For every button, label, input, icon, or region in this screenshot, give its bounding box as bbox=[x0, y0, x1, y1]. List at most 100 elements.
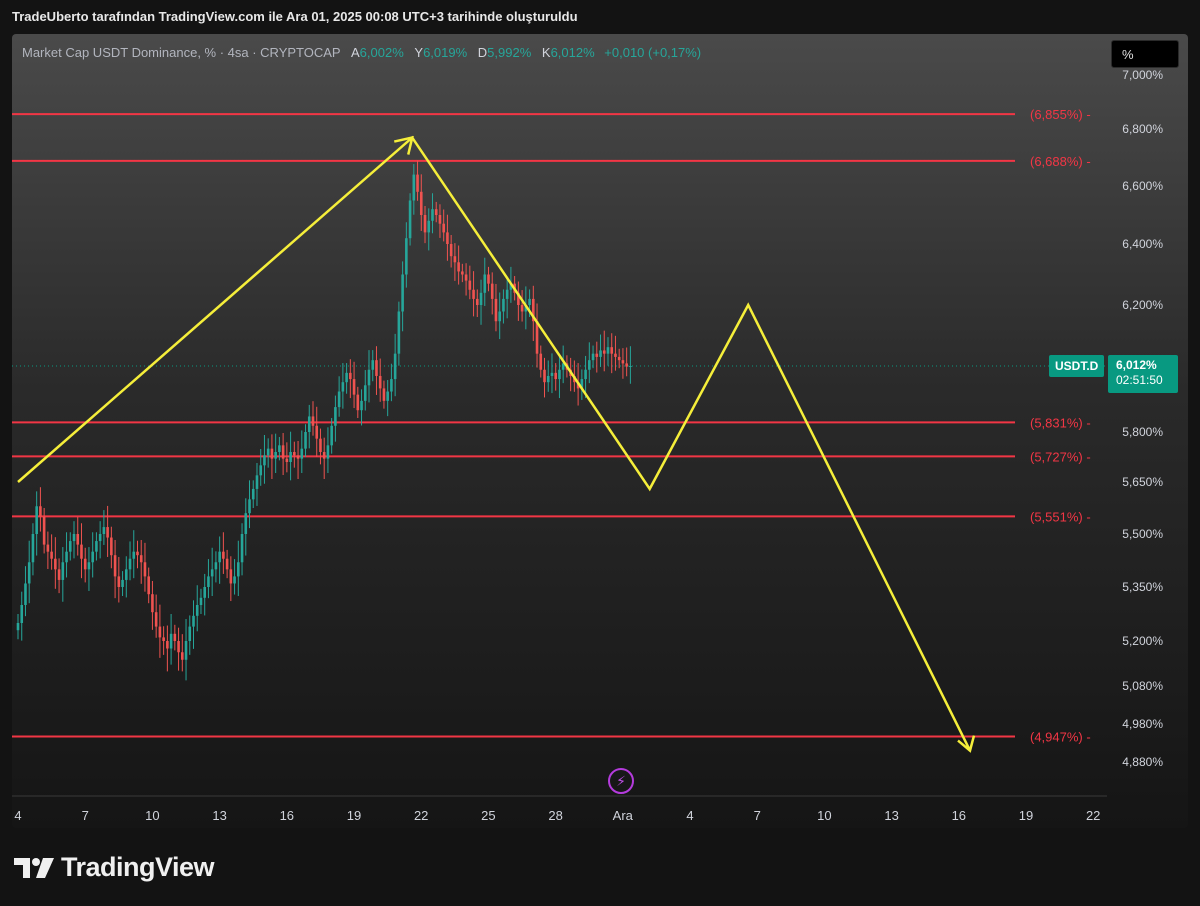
candle-body bbox=[625, 363, 628, 367]
candle-body bbox=[599, 350, 602, 357]
candle-body bbox=[50, 551, 53, 559]
x-tick-label: 13 bbox=[884, 808, 898, 823]
candle-body bbox=[438, 215, 442, 224]
candle-body bbox=[188, 626, 192, 641]
x-tick-label: 10 bbox=[817, 808, 831, 823]
candle-body bbox=[505, 289, 509, 299]
candle-body bbox=[35, 506, 38, 534]
y-tick-label: 5,500% bbox=[1122, 527, 1163, 541]
candle-body bbox=[543, 369, 546, 383]
y-tick-label: 4,880% bbox=[1122, 755, 1163, 769]
y-tick-label: 6,200% bbox=[1122, 298, 1163, 312]
legend-close-label: K bbox=[541, 45, 551, 60]
lightning-icon[interactable]: ⚡ bbox=[608, 768, 634, 794]
candle-body bbox=[319, 438, 322, 452]
legend-low-value: 5,992% bbox=[487, 45, 532, 60]
candle-body bbox=[535, 321, 539, 354]
candle-body bbox=[397, 311, 401, 354]
tradingview-mark-icon bbox=[14, 857, 54, 878]
x-tick-label: 22 bbox=[1086, 808, 1100, 823]
candle-body bbox=[237, 562, 240, 577]
candle-body bbox=[334, 407, 337, 426]
candle-body bbox=[68, 541, 72, 552]
candle-body bbox=[124, 569, 128, 580]
x-tick-label: 19 bbox=[1019, 808, 1033, 823]
price-chart[interactable]: 4 7 10 13 16 19 22 25 28 Ara 4 7 10 13 16 19 22 7,000% 6,8… bbox=[12, 34, 1188, 828]
candle-body bbox=[584, 369, 587, 380]
candle-body bbox=[259, 465, 263, 476]
candle-body bbox=[375, 360, 378, 376]
candle-body bbox=[281, 445, 285, 459]
candle-body bbox=[595, 353, 599, 357]
candle-body bbox=[483, 274, 487, 293]
candle-body bbox=[502, 298, 505, 312]
candle-body bbox=[405, 238, 408, 275]
y-tick-label: 6,800% bbox=[1122, 122, 1163, 136]
candle-body bbox=[315, 425, 319, 439]
y-tick-label: 4,980% bbox=[1122, 717, 1163, 731]
unit-selector-button[interactable]: % bbox=[1111, 40, 1179, 68]
y-tick-label: 5,080% bbox=[1122, 679, 1163, 693]
candle-body bbox=[57, 569, 61, 580]
candle-body bbox=[345, 372, 348, 383]
candle-body bbox=[80, 544, 83, 559]
candle-body bbox=[416, 174, 419, 192]
candle-body bbox=[31, 534, 35, 563]
level-label: (5,727%) - bbox=[1030, 449, 1091, 464]
candle-body bbox=[225, 558, 229, 570]
y-tick-label: 5,200% bbox=[1122, 634, 1163, 648]
chart-area[interactable]: 4 7 10 13 16 19 22 25 28 Ara 4 7 10 13 16 19 22 7,000% 6,8… bbox=[12, 34, 1188, 828]
candle-body bbox=[147, 576, 150, 595]
candle-body bbox=[378, 375, 382, 389]
candle-body bbox=[173, 633, 177, 641]
candle-body bbox=[244, 513, 248, 534]
candle-body bbox=[128, 558, 132, 570]
x-tick-label: 13 bbox=[212, 808, 226, 823]
candle-body bbox=[382, 388, 386, 401]
candle-body bbox=[251, 488, 255, 500]
candle-body bbox=[207, 576, 210, 587]
candle-body bbox=[289, 452, 292, 462]
candle-body bbox=[214, 562, 218, 570]
level-label: (6,688%) - bbox=[1030, 154, 1091, 169]
candle-body bbox=[468, 280, 472, 290]
candle-body bbox=[360, 400, 363, 411]
candle-body bbox=[367, 369, 371, 386]
candle-body bbox=[24, 583, 27, 605]
legend-close-value: 6,012% bbox=[550, 45, 595, 60]
candle-body bbox=[322, 452, 326, 459]
candle-body bbox=[169, 633, 173, 649]
candle-body bbox=[550, 372, 554, 376]
x-tick-label: 25 bbox=[481, 808, 495, 823]
candle-body bbox=[117, 576, 121, 587]
candle-body bbox=[91, 551, 94, 563]
candle-body bbox=[442, 223, 445, 233]
candle-body bbox=[143, 562, 147, 577]
candle-body bbox=[132, 551, 136, 559]
x-tick-label: 28 bbox=[548, 808, 562, 823]
candle-body bbox=[621, 360, 625, 364]
candle-body bbox=[229, 569, 233, 584]
candle-body bbox=[136, 551, 139, 556]
candle-body bbox=[222, 551, 225, 559]
candle-body bbox=[87, 562, 91, 570]
candle-body bbox=[195, 605, 199, 616]
candle-body bbox=[98, 534, 102, 542]
legend-change: +0,010 (+0,17%) bbox=[604, 45, 702, 60]
candle-body bbox=[352, 379, 356, 395]
candle-body bbox=[110, 537, 113, 556]
candle-body bbox=[390, 379, 393, 392]
candle-body bbox=[166, 641, 169, 649]
candle-body bbox=[412, 174, 416, 201]
candle-body bbox=[311, 416, 315, 426]
candle-body bbox=[65, 551, 68, 563]
candle-body bbox=[341, 382, 345, 392]
candle-body bbox=[591, 353, 595, 361]
candle-body bbox=[83, 558, 87, 570]
candle-body bbox=[139, 555, 143, 563]
candle-body bbox=[16, 623, 20, 631]
y-tick-label: 6,600% bbox=[1122, 179, 1163, 193]
candle-body bbox=[154, 612, 158, 627]
candle-body bbox=[218, 551, 221, 563]
y-tick-label: 5,800% bbox=[1122, 425, 1163, 439]
